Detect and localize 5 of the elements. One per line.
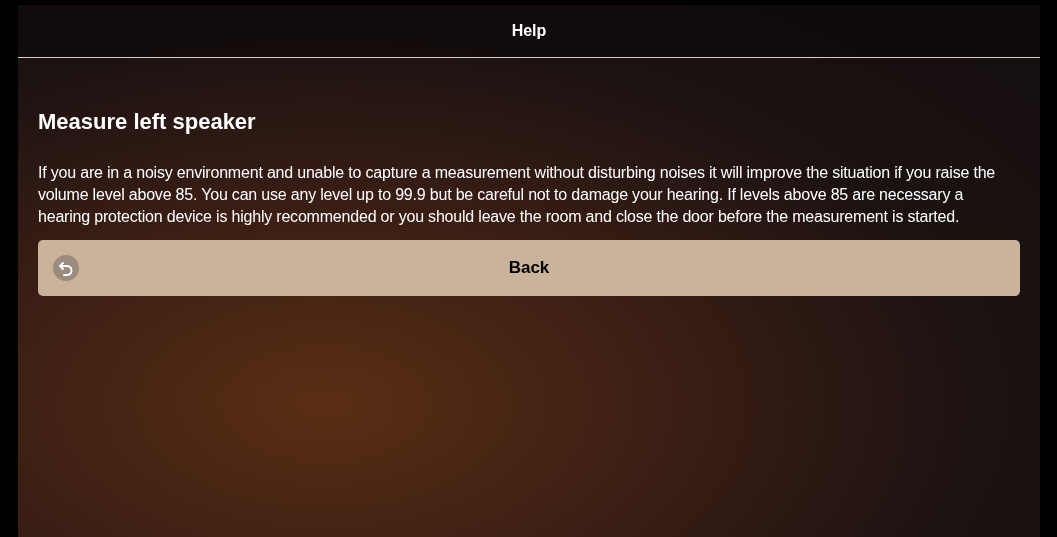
header-title: Help xyxy=(511,21,547,41)
help-paragraph: If you are in a noisy environment and unable to capture a measurement without disturbing noises it will improve the situation if you raise the volume level above 85. You can use any level up to 99.9 but be careful not to damage your hearing. If levels above 85 are necessary a hearing protection device is highly recommended or you should leave the room and close the door before the measurement is started. xyxy=(38,163,997,227)
page-heading: Measure left speaker xyxy=(38,108,257,136)
back-button[interactable]: Back xyxy=(38,240,1020,296)
return-icon xyxy=(52,254,80,282)
